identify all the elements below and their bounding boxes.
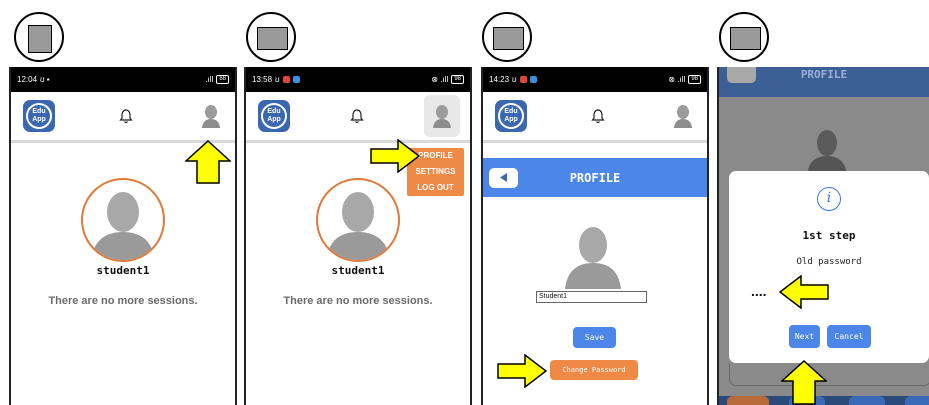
- right-arrow-indicator: [370, 139, 420, 173]
- step-badge-2: [246, 12, 296, 62]
- status-bar: 13:58 ʊ ⊗ .ıll 98: [246, 67, 470, 92]
- avatar-button[interactable]: [669, 100, 697, 132]
- step-badge-3: [482, 12, 532, 62]
- profile-avatar: [81, 178, 165, 262]
- user-silhouette-icon: [807, 130, 847, 175]
- old-password-input[interactable]: ....: [751, 283, 767, 299]
- phone-screen-4: PROFILE i 1st step Old password .... Nex…: [717, 67, 929, 405]
- bell-icon[interactable]: [350, 108, 364, 124]
- profile-avatar: [316, 178, 400, 262]
- step-badge-4: [719, 12, 769, 62]
- logo-text-1: Edu: [267, 108, 281, 115]
- user-icon: [202, 105, 220, 128]
- nav-home-button[interactable]: [727, 396, 769, 405]
- phone-screen-3: 14:23 ʊ ⊗ .ıll 98 Edu App PROFILE Student1 …: [481, 67, 709, 405]
- app-header: Edu App: [11, 92, 235, 143]
- user-icon: [674, 105, 692, 128]
- left-arrow-indicator: [779, 275, 829, 309]
- dimmed-content-card: [729, 363, 929, 386]
- app-notification-icon: [292, 76, 300, 83]
- notification-icon: ʊ ▪: [40, 75, 50, 84]
- app-logo[interactable]: Edu App: [495, 100, 527, 132]
- app-notification-icon: [519, 76, 527, 83]
- app-header: Edu App: [246, 92, 470, 143]
- app-notification-icon: [282, 76, 290, 83]
- change-password-button[interactable]: Change Password: [550, 360, 638, 380]
- user-icon: [433, 105, 451, 128]
- nav-search-button[interactable]: [849, 396, 885, 405]
- status-time: 14:23: [489, 75, 510, 84]
- app-header: Edu App: [483, 92, 707, 143]
- menu-item-logout[interactable]: LOG OUT: [407, 180, 464, 196]
- bell-icon[interactable]: [119, 108, 133, 124]
- bell-icon[interactable]: [591, 108, 605, 124]
- logo-text-2: App: [32, 116, 46, 123]
- step-badge-1: [14, 12, 64, 62]
- logo-text-1: Edu: [504, 108, 518, 115]
- right-arrow-indicator: [497, 354, 547, 388]
- signal-icon: ⊗ .ıll: [431, 75, 449, 84]
- logo-text-1: Edu: [32, 108, 46, 115]
- alarm-icon: ʊ: [275, 75, 280, 84]
- user-silhouette-icon: [91, 192, 155, 260]
- status-time: 13:58: [252, 75, 273, 84]
- page-title: PROFILE: [569, 170, 621, 185]
- up-arrow-indicator: [781, 360, 827, 405]
- nav-chat-button[interactable]: [905, 396, 929, 405]
- app-logo[interactable]: Edu App: [23, 100, 55, 132]
- status-bar: 14:23 ʊ ⊗ .ıll 98: [483, 67, 707, 92]
- dialog-step-title: 1st step: [802, 229, 856, 242]
- status-bar: 12:04 ʊ ▪ .ıll 88: [11, 67, 235, 92]
- user-silhouette-icon: [326, 192, 390, 260]
- battery-icon: 98: [688, 75, 701, 84]
- avatar-button[interactable]: [424, 95, 460, 137]
- cancel-button[interactable]: Cancel: [827, 325, 871, 348]
- logo-text-2: App: [267, 116, 281, 123]
- no-sessions-message: There are no more sessions.: [283, 295, 433, 307]
- phone-screen-2: 13:58 ʊ ⊗ .ıll 98 Edu App student1 There ar…: [244, 67, 472, 405]
- app-logo[interactable]: Edu App: [258, 100, 290, 132]
- signal-icon: .ıll: [205, 75, 214, 84]
- save-button[interactable]: Save: [573, 327, 616, 348]
- no-sessions-message: There are no more sessions.: [48, 295, 198, 307]
- status-time: 12:04: [17, 75, 38, 84]
- dimmed-profile-header: PROFILE: [719, 67, 929, 97]
- old-password-label: Old password: [796, 257, 862, 267]
- change-password-dialog: i 1st step Old password .... Next Cancel: [729, 171, 929, 363]
- username-label: student1: [96, 264, 150, 277]
- profile-header-bar: PROFILE: [483, 158, 707, 197]
- avatar-button[interactable]: [197, 100, 225, 132]
- battery-icon: 88: [216, 75, 229, 84]
- up-arrow-indicator: [185, 140, 231, 184]
- alarm-icon: ʊ: [512, 75, 517, 84]
- logo-text-2: App: [504, 116, 518, 123]
- user-silhouette-icon: [565, 227, 621, 289]
- next-button[interactable]: Next: [789, 325, 820, 348]
- phone-screen-1: 12:04 ʊ ▪ .ıll 88 Edu App student1 There ar…: [9, 67, 237, 405]
- name-input[interactable]: Student1: [536, 291, 647, 303]
- signal-icon: ⊗ .ıll: [668, 75, 686, 84]
- battery-icon: 98: [451, 75, 464, 84]
- page-title: PROFILE: [800, 68, 848, 81]
- username-label: student1: [331, 264, 385, 277]
- app-notification-icon: [529, 76, 537, 83]
- info-icon: i: [817, 187, 841, 211]
